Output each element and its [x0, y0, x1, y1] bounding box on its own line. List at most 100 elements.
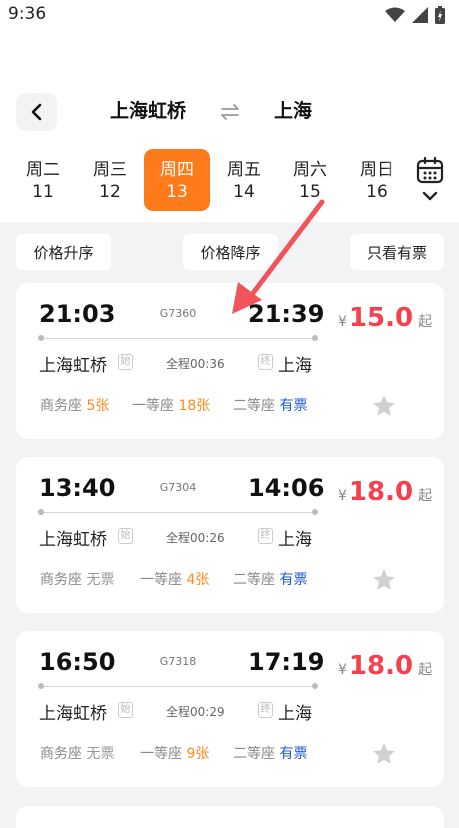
arrival-station: 上海 [278, 356, 312, 376]
signal-icon [412, 7, 428, 23]
seat-class: 商务座 无票 [40, 743, 114, 763]
seat-count: 无票 [86, 746, 115, 762]
timeline [40, 512, 316, 513]
departure-station: 上海虹桥 [39, 704, 107, 724]
date-tab-day: 12 [99, 182, 121, 202]
seat-class: 二等座 有票 [233, 395, 307, 415]
timeline-start-dot [38, 335, 44, 341]
seat-class: 二等座 有票 [233, 743, 307, 763]
origin-tag: 始 [118, 354, 133, 370]
date-tab[interactable]: 周三 12 [77, 149, 143, 211]
seat-class-label: 二等座 [233, 398, 275, 414]
seat-class: 二等座 有票 [233, 569, 307, 589]
swap-arrows-icon[interactable] [219, 101, 241, 123]
seat-class: 一等座 18张 [132, 395, 210, 415]
trip-duration: 全程00:36 [166, 357, 225, 371]
seat-class-label: 一等座 [132, 398, 174, 414]
seat-count: 5张 [86, 398, 110, 414]
seat-count: 9张 [186, 746, 210, 762]
timeline-start-dot [38, 683, 44, 689]
date-tab[interactable]: 周二 11 [10, 149, 76, 211]
wifi-icon [385, 7, 405, 22]
seat-class: 商务座 5张 [40, 395, 109, 415]
seat-count: 有票 [279, 572, 308, 588]
departure-station: 上海虹桥 [39, 356, 107, 376]
departure-station: 上海虹桥 [39, 530, 107, 550]
date-tab-weekday: 周六 [293, 160, 327, 180]
calendar-button[interactable] [408, 156, 452, 214]
date-tabs: 周二 11 周三 12 周四 13 周五 14 周六 15 周日 16 [0, 148, 398, 212]
sort-price-desc-button[interactable]: 价格降序 [183, 234, 278, 270]
train-card[interactable]: 21:03 G7360 21:39 上海虹桥 始 全程00:36 终 上海 ¥ … [16, 283, 444, 439]
seat-class-label: 商务座 [40, 398, 82, 414]
seat-count: 有票 [279, 398, 308, 414]
currency-symbol: ¥ [338, 488, 347, 504]
arrival-time: 17:19 [248, 648, 325, 676]
date-tab[interactable]: 周五 14 [211, 149, 277, 211]
date-tab-weekday: 周五 [227, 160, 261, 180]
seat-count: 4张 [186, 572, 210, 588]
currency-symbol: ¥ [338, 314, 347, 330]
train-card-partial[interactable] [16, 806, 444, 828]
seat-count: 18张 [178, 398, 211, 414]
price-value: 15.0 [348, 303, 414, 333]
seat-count: 无票 [86, 572, 115, 588]
date-tab-weekday: 周三 [93, 160, 127, 180]
date-tab-day: 15 [299, 182, 321, 202]
star-icon[interactable] [371, 393, 397, 419]
price: ¥ 18.0 起 [338, 477, 432, 507]
tab-fade [385, 148, 403, 212]
star-icon[interactable] [371, 741, 397, 767]
train-number: G7304 [159, 481, 197, 494]
train-number: G7318 [159, 655, 197, 668]
arrival-station: 上海 [278, 530, 312, 550]
date-tab-selected[interactable]: 周四 13 [144, 149, 210, 211]
status-time: 9:36 [8, 4, 47, 24]
seat-class-label: 一等座 [140, 572, 182, 588]
seat-class-label: 一等座 [140, 746, 182, 762]
origin-tag: 始 [118, 702, 133, 718]
price-value: 18.0 [348, 477, 414, 507]
date-tab-day: 14 [233, 182, 255, 202]
status-bar: 9:36 [0, 0, 459, 30]
seat-class-label: 商务座 [40, 572, 82, 588]
calendar-icon [416, 156, 444, 184]
timeline [40, 338, 316, 339]
timeline-end-dot [312, 335, 318, 341]
from-station-title[interactable]: 上海虹桥 [98, 96, 198, 123]
seat-class: 一等座 9张 [140, 743, 209, 763]
seat-class-label: 商务座 [40, 746, 82, 762]
star-icon[interactable] [371, 567, 397, 593]
train-card[interactable]: 13:40 G7304 14:06 上海虹桥 始 全程00:26 终 上海 ¥ … [16, 457, 444, 613]
departure-time: 21:03 [39, 300, 116, 328]
price: ¥ 18.0 起 [338, 651, 432, 681]
to-station-title[interactable]: 上海 [262, 96, 324, 123]
departure-time: 13:40 [39, 474, 116, 502]
timeline-end-dot [312, 509, 318, 515]
price-suffix: 起 [418, 488, 433, 504]
date-tab-weekday: 周二 [26, 160, 60, 180]
terminal-tag: 终 [258, 702, 273, 718]
seat-count: 有票 [279, 746, 308, 762]
date-tab-day: 11 [32, 182, 54, 202]
arrival-station: 上海 [278, 704, 312, 724]
date-tab-day: 13 [166, 182, 188, 202]
only-available-button[interactable]: 只看有票 [350, 234, 444, 270]
terminal-tag: 终 [258, 528, 273, 544]
timeline-start-dot [38, 509, 44, 515]
train-number: G7360 [159, 307, 197, 320]
arrival-time: 14:06 [248, 474, 325, 502]
seat-class: 商务座 无票 [40, 569, 114, 589]
terminal-tag: 终 [258, 354, 273, 370]
date-tab-weekday: 周四 [160, 160, 194, 180]
price-value: 18.0 [348, 651, 414, 681]
timeline [40, 686, 316, 687]
train-card[interactable]: 16:50 G7318 17:19 上海虹桥 始 全程00:29 终 上海 ¥ … [16, 631, 444, 787]
sort-price-asc-button[interactable]: 价格升序 [16, 234, 111, 270]
timeline-end-dot [312, 683, 318, 689]
date-tab[interactable]: 周六 15 [277, 149, 343, 211]
chevron-down-icon [422, 191, 438, 201]
back-button[interactable] [16, 93, 57, 131]
arrival-time: 21:39 [248, 300, 325, 328]
seat-class: 一等座 4张 [140, 569, 209, 589]
